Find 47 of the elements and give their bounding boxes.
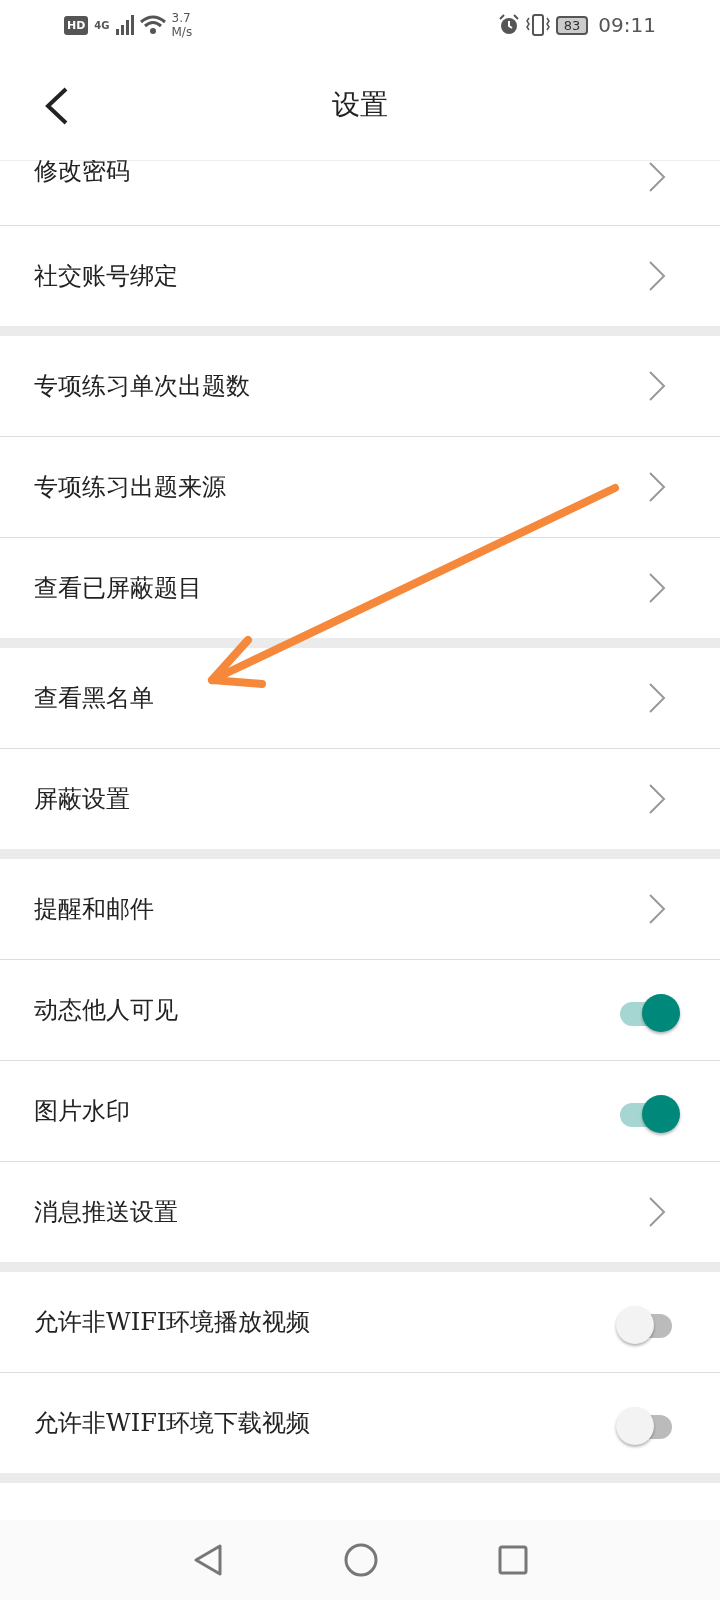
settings-row[interactable]: 消息推送设置	[0, 1162, 720, 1262]
page-title: 设置	[332, 87, 388, 123]
hd-badge: HD	[64, 15, 89, 35]
row-label: 动态他人可见	[34, 995, 178, 1026]
row-label: 查看黑名单	[34, 683, 154, 714]
speed-value: 3.7	[171, 11, 192, 25]
row-label: 允许非WIFI环境下载视频	[34, 1408, 311, 1439]
alarm-icon	[497, 14, 520, 36]
settings-row[interactable]: 允许非WIFI环境下载视频	[0, 1373, 720, 1473]
settings-row[interactable]: 专项练习出题来源	[0, 437, 720, 538]
row-label: 查看已屏蔽题目	[34, 573, 202, 604]
wifi-icon	[139, 15, 166, 35]
chevron-icon	[648, 682, 666, 714]
settings-row[interactable]: 允许非WIFI环境播放视频	[0, 1272, 720, 1373]
chevron-icon	[648, 572, 666, 604]
settings-row[interactable]: 提醒和邮件	[0, 859, 720, 960]
row-label: 允许非WIFI环境播放视频	[34, 1307, 311, 1338]
settings-row[interactable]: 专项练习单次出题数	[0, 336, 720, 437]
settings-row[interactable]: 查看已屏蔽题目	[0, 538, 720, 638]
row-label: 专项练习单次出题数	[34, 371, 250, 402]
vibrate-icon	[525, 14, 550, 36]
settings-row[interactable]: 查看黑名单	[0, 648, 720, 749]
battery-indicator: 83	[555, 15, 589, 35]
chevron-icon	[648, 783, 666, 815]
settings-row[interactable]: 动态他人可见	[0, 960, 720, 1061]
row-label: 专项练习出题来源	[34, 472, 226, 503]
row-label: 提醒和邮件	[34, 894, 154, 925]
chevron-icon	[648, 471, 666, 503]
row-label: 消息推送设置	[34, 1197, 178, 1228]
row-label: 图片水印	[34, 1096, 130, 1127]
speed-unit: M/s	[171, 25, 193, 39]
home-nav-icon[interactable]	[344, 1543, 378, 1577]
row-label: 屏蔽设置	[34, 784, 130, 815]
status-time: 09:11	[598, 13, 656, 37]
chevron-icon	[648, 1196, 666, 1228]
row-label: 社交账号绑定	[34, 261, 178, 292]
chevron-icon	[648, 161, 666, 193]
chevron-icon	[648, 370, 666, 402]
settings-row[interactable]: 图片水印	[0, 1061, 720, 1162]
recents-nav-icon[interactable]	[498, 1545, 528, 1575]
back-nav-icon[interactable]	[192, 1543, 224, 1577]
settings-row[interactable]: 屏蔽设置	[0, 749, 720, 849]
chevron-icon	[648, 893, 666, 925]
chevron-icon	[648, 260, 666, 292]
settings-row[interactable]: 修改密码	[0, 161, 720, 226]
network-type: 4G	[94, 19, 110, 31]
signal-icon	[115, 15, 134, 35]
